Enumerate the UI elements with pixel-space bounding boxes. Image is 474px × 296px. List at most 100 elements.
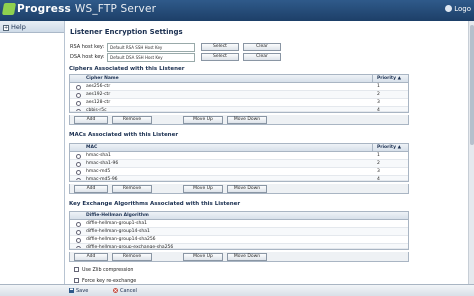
save-label: Save bbox=[76, 288, 89, 294]
logo-product: WS_FTP Server bbox=[74, 3, 157, 15]
row-radio[interactable] bbox=[76, 153, 81, 159]
scroll-thumb[interactable] bbox=[470, 25, 474, 145]
row-radio[interactable] bbox=[76, 84, 81, 90]
mac-name-header[interactable]: MAC bbox=[86, 144, 97, 151]
row-radio[interactable] bbox=[76, 100, 81, 106]
mac-name: hmac-sha1 bbox=[86, 153, 111, 158]
table-row[interactable]: aes256-ctr 1 bbox=[70, 83, 408, 91]
help-label: Help bbox=[11, 23, 26, 31]
sidebar: + Help bbox=[0, 21, 65, 284]
kex-remove-button[interactable]: Remove bbox=[112, 253, 152, 261]
cipher-add-button[interactable]: Add bbox=[74, 116, 108, 124]
page-title: Listener Encryption Settings bbox=[70, 28, 183, 36]
table-row[interactable]: diffie-hellman-group14-sha256 bbox=[70, 236, 408, 244]
cipher-priority: 1 bbox=[377, 84, 380, 89]
mac-priority-header[interactable]: Priority ▲ bbox=[377, 144, 401, 151]
kex-add-button[interactable]: Add bbox=[74, 253, 108, 261]
table-row[interactable]: cbbis-r5c 4 bbox=[70, 107, 408, 112]
kex-table: Diffie-Hellman Algorithm diffie-hellman-… bbox=[69, 211, 409, 250]
cipher-name: aes192-ctr bbox=[86, 92, 111, 97]
mac-priority: 2 bbox=[377, 161, 380, 166]
kex-name-header[interactable]: Diffie-Hellman Algorithm bbox=[86, 212, 149, 219]
table-row[interactable]: hmac-sha1 1 bbox=[70, 152, 408, 160]
table-row[interactable]: hmac-md5 3 bbox=[70, 168, 408, 176]
rsa-key-label: RSA host key: bbox=[70, 44, 105, 50]
footer-bar: Save Cancel bbox=[0, 284, 474, 296]
main-content: Listener Encryption Settings RSA host ke… bbox=[66, 21, 472, 284]
table-row[interactable]: aes192-ctr 2 bbox=[70, 91, 408, 99]
mac-name: hmac-md5-96 bbox=[86, 177, 118, 181]
table-row[interactable]: diffie-hellman-group-exchange-sha256 bbox=[70, 244, 408, 249]
rekey-checkbox[interactable] bbox=[74, 278, 79, 283]
cipher-priority: 4 bbox=[377, 108, 380, 112]
rsa-clear-button[interactable]: Clear bbox=[243, 43, 281, 51]
dsa-clear-button[interactable]: Clear bbox=[243, 53, 281, 61]
mac-remove-button[interactable]: Remove bbox=[112, 185, 152, 193]
cipher-move-down-button[interactable]: Move Down bbox=[227, 116, 267, 124]
mac-move-up-button[interactable]: Move Up bbox=[183, 185, 223, 193]
rsa-key-field[interactable]: Default RSA SSH Host Key bbox=[107, 43, 195, 52]
mac-priority: 3 bbox=[377, 169, 380, 174]
user-icon bbox=[445, 5, 453, 12]
table-row[interactable]: aes128-ctr 3 bbox=[70, 99, 408, 107]
macs-table: MAC Priority ▲ hmac-sha1 1 hmac-sha1-96 2 … bbox=[69, 143, 409, 182]
kex-header: Diffie-Hellman Algorithm bbox=[70, 212, 408, 220]
cipher-name: aes128-ctr bbox=[86, 100, 111, 105]
kex-move-up-button[interactable]: Move Up bbox=[183, 253, 223, 261]
row-radio[interactable] bbox=[76, 229, 81, 235]
vertical-scrollbar[interactable] bbox=[468, 21, 474, 284]
app-logo: Progress WS_FTP Server bbox=[17, 3, 156, 15]
user-name: Logo bbox=[454, 5, 471, 13]
table-row[interactable]: hmac-sha1-96 2 bbox=[70, 160, 408, 168]
row-radio[interactable] bbox=[76, 92, 81, 98]
cancel-label: Cancel bbox=[120, 288, 137, 294]
dsa-key-label: DSA host key: bbox=[70, 54, 105, 60]
kex-button-bar: Add Remove Move Up Move Down bbox=[69, 252, 409, 262]
macs-section-title: MACs Associated with this Listener bbox=[69, 132, 179, 138]
ciphers-section-title: Ciphers Associated with this Listener bbox=[69, 66, 185, 72]
top-bar: Progress WS_FTP Server Logo bbox=[0, 0, 474, 21]
kex-name: diffie-hellman-group1-sha1 bbox=[86, 221, 147, 226]
zlib-option[interactable]: Use Zlib compression bbox=[74, 267, 133, 273]
cipher-name: aes256-ctr bbox=[86, 84, 111, 89]
cipher-priority: 2 bbox=[377, 92, 380, 97]
cipher-name-header[interactable]: Cipher Name bbox=[86, 75, 119, 82]
mac-move-down-button[interactable]: Move Down bbox=[227, 185, 267, 193]
user-menu[interactable]: Logo bbox=[445, 5, 471, 13]
macs-header: MAC Priority ▲ bbox=[70, 144, 408, 152]
sidebar-help[interactable]: + Help bbox=[0, 21, 64, 33]
logo-brand: Progress bbox=[17, 3, 72, 15]
kex-name: diffie-hellman-group14-sha256 bbox=[86, 237, 156, 242]
zlib-label: Use Zlib compression bbox=[82, 268, 134, 273]
kex-name: diffie-hellman-group14-sha1 bbox=[86, 229, 150, 234]
dsa-key-field[interactable]: Default DSA SSH Host Key bbox=[107, 53, 195, 62]
cipher-priority-header[interactable]: Priority ▲ bbox=[377, 75, 401, 82]
expand-icon: + bbox=[3, 25, 9, 31]
row-radio[interactable] bbox=[76, 237, 81, 243]
row-radio[interactable] bbox=[76, 177, 81, 180]
ciphers-button-bar: Add Remove Move Up Move Down bbox=[69, 115, 409, 125]
row-radio[interactable] bbox=[76, 108, 81, 111]
cipher-remove-button[interactable]: Remove bbox=[112, 116, 152, 124]
row-radio[interactable] bbox=[76, 169, 81, 175]
progress-logo-icon bbox=[1, 3, 17, 15]
cipher-priority: 3 bbox=[377, 100, 380, 105]
row-radio[interactable] bbox=[76, 245, 81, 248]
table-row[interactable]: hmac-md5-96 4 bbox=[70, 176, 408, 181]
mac-add-button[interactable]: Add bbox=[74, 185, 108, 193]
row-radio[interactable] bbox=[76, 221, 81, 227]
ciphers-header: Cipher Name Priority ▲ bbox=[70, 75, 408, 83]
kex-move-down-button[interactable]: Move Down bbox=[227, 253, 267, 261]
table-row[interactable]: diffie-hellman-group14-sha1 bbox=[70, 228, 408, 236]
dsa-select-button[interactable]: Select bbox=[201, 53, 239, 61]
save-button[interactable]: Save bbox=[69, 287, 88, 295]
mac-priority: 4 bbox=[377, 177, 380, 181]
row-radio[interactable] bbox=[76, 161, 81, 167]
zlib-checkbox[interactable] bbox=[74, 267, 79, 272]
cancel-button[interactable]: Cancel bbox=[113, 287, 137, 295]
cipher-move-up-button[interactable]: Move Up bbox=[183, 116, 223, 124]
mac-name: hmac-md5 bbox=[86, 169, 111, 174]
rsa-select-button[interactable]: Select bbox=[201, 43, 239, 51]
table-row[interactable]: diffie-hellman-group1-sha1 bbox=[70, 220, 408, 228]
dsa-key-row: DSA host key: Default DSA SSH Host Key S… bbox=[70, 53, 290, 62]
